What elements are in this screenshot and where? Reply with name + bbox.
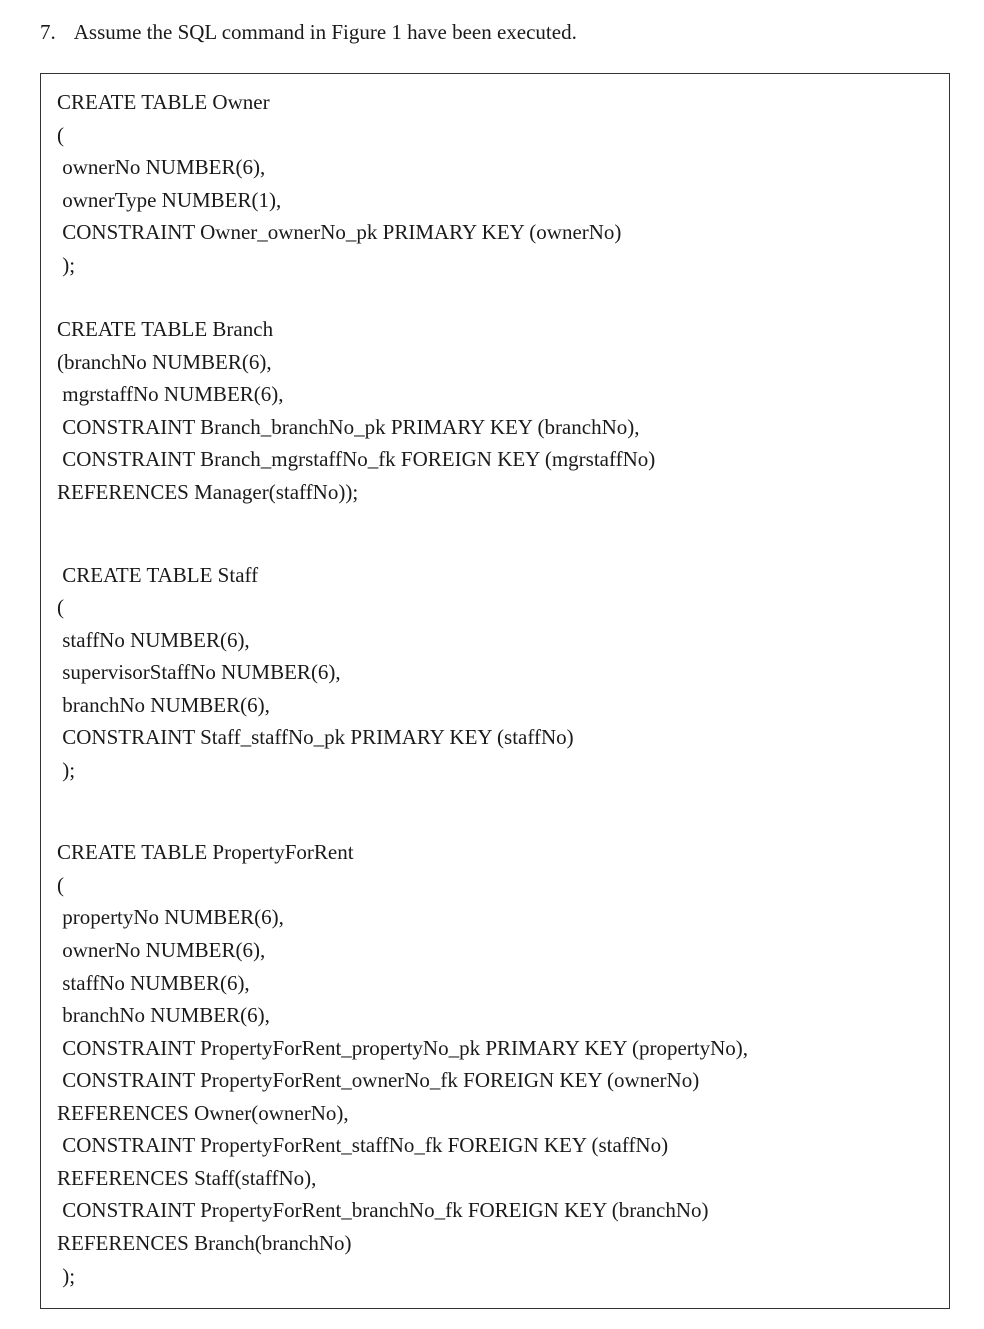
- code-line: REFERENCES Owner(ownerNo),: [57, 1097, 933, 1130]
- code-line: mgrstaffNo NUMBER(6),: [57, 378, 933, 411]
- code-line: CREATE TABLE PropertyForRent: [57, 836, 933, 869]
- code-line: REFERENCES Staff(staffNo),: [57, 1162, 933, 1195]
- sql-block-owner: CREATE TABLE Owner( ownerNo NUMBER(6), o…: [57, 86, 933, 281]
- code-line: CREATE TABLE Branch: [57, 313, 933, 346]
- code-line: );: [57, 754, 933, 787]
- code-line: CONSTRAINT PropertyForRent_propertyNo_pk…: [57, 1032, 933, 1065]
- code-line: branchNo NUMBER(6),: [57, 999, 933, 1032]
- code-line: );: [57, 1260, 933, 1293]
- code-line: staffNo NUMBER(6),: [57, 624, 933, 657]
- code-line: (: [57, 119, 933, 152]
- sql-block-staff: CREATE TABLE Staff( staffNo NUMBER(6), s…: [57, 559, 933, 787]
- code-line: CONSTRAINT Branch_mgrstaffNo_fk FOREIGN …: [57, 443, 933, 476]
- code-line: supervisorStaffNo NUMBER(6),: [57, 656, 933, 689]
- code-line: staffNo NUMBER(6),: [57, 967, 933, 1000]
- code-line: );: [57, 249, 933, 282]
- code-line: CREATE TABLE Staff: [57, 559, 933, 592]
- code-line: REFERENCES Branch(branchNo): [57, 1227, 933, 1260]
- code-line: CONSTRAINT Staff_staffNo_pk PRIMARY KEY …: [57, 721, 933, 754]
- code-line: (branchNo NUMBER(6),: [57, 346, 933, 379]
- code-line: ownerType NUMBER(1),: [57, 184, 933, 217]
- code-line: CREATE TABLE Owner: [57, 86, 933, 119]
- spacer: [57, 509, 933, 559]
- code-line: branchNo NUMBER(6),: [57, 689, 933, 722]
- question-header: 7. Assume the SQL command in Figure 1 ha…: [40, 20, 954, 45]
- code-line: CONSTRAINT Owner_ownerNo_pk PRIMARY KEY …: [57, 216, 933, 249]
- code-line: CONSTRAINT PropertyForRent_branchNo_fk F…: [57, 1194, 933, 1227]
- question-text: Assume the SQL command in Figure 1 have …: [74, 20, 577, 45]
- code-line: CONSTRAINT Branch_branchNo_pk PRIMARY KE…: [57, 411, 933, 444]
- code-line: ownerNo NUMBER(6),: [57, 151, 933, 184]
- code-line: (: [57, 591, 933, 624]
- sql-block-propertyforrent: CREATE TABLE PropertyForRent( propertyNo…: [57, 836, 933, 1292]
- code-line: (: [57, 869, 933, 902]
- code-line: CONSTRAINT PropertyForRent_ownerNo_fk FO…: [57, 1064, 933, 1097]
- spacer: [57, 786, 933, 836]
- spacer: [57, 281, 933, 313]
- question-number: 7.: [40, 20, 56, 45]
- code-line: propertyNo NUMBER(6),: [57, 901, 933, 934]
- code-line: CONSTRAINT PropertyForRent_staffNo_fk FO…: [57, 1129, 933, 1162]
- sql-code-box: CREATE TABLE Owner( ownerNo NUMBER(6), o…: [40, 73, 950, 1309]
- code-line: ownerNo NUMBER(6),: [57, 934, 933, 967]
- code-line: REFERENCES Manager(staffNo));: [57, 476, 933, 509]
- sql-block-branch: CREATE TABLE Branch(branchNo NUMBER(6), …: [57, 313, 933, 508]
